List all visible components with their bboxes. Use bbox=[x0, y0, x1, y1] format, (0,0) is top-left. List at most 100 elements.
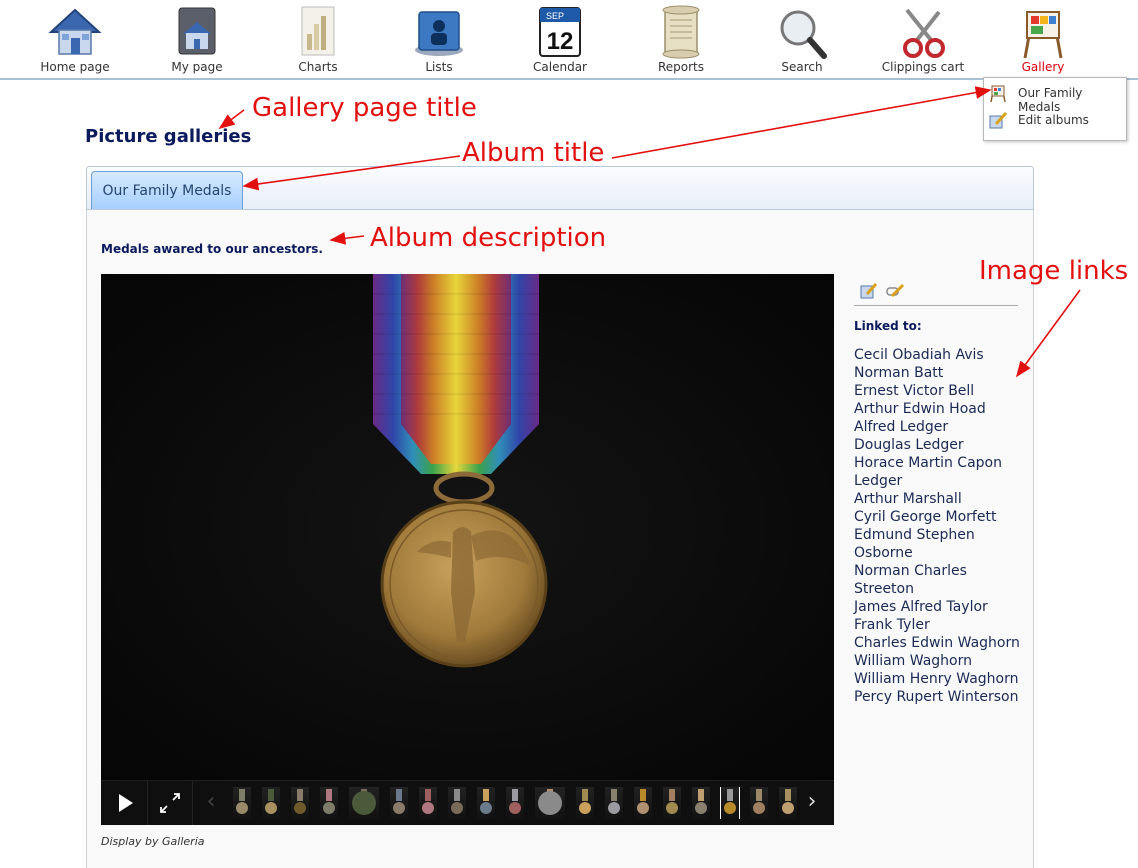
medal-thumbnail-icon bbox=[236, 789, 248, 814]
gallery-dropdown: Our Family Medals Edit albums bbox=[983, 77, 1127, 141]
medal-thumbnail-icon bbox=[393, 789, 405, 814]
menu-label: Home page bbox=[40, 60, 110, 74]
menu-search[interactable]: Search bbox=[742, 0, 862, 78]
thumbnail[interactable] bbox=[692, 787, 710, 819]
previous-arrow-icon[interactable]: ‹ bbox=[197, 781, 225, 825]
links-divider bbox=[854, 305, 1018, 306]
annotation-gallery-page-title: Gallery page title bbox=[252, 93, 477, 123]
thumbnail[interactable] bbox=[419, 787, 437, 819]
album-tab-bar: Our Family Medals bbox=[86, 166, 1034, 210]
thumbnail[interactable] bbox=[779, 787, 797, 819]
medal-thumbnail-icon bbox=[265, 789, 277, 814]
menu-label: Search bbox=[781, 60, 823, 74]
linked-person-link[interactable]: Arthur Edwin Hoad bbox=[854, 400, 1030, 418]
linked-person-link[interactable]: Ledger bbox=[854, 472, 1030, 490]
linked-person-link[interactable]: Cyril George Morfett bbox=[854, 508, 1030, 526]
album-tab[interactable]: Our Family Medals bbox=[91, 171, 243, 209]
thumbnail[interactable] bbox=[605, 787, 623, 819]
linked-person-link[interactable]: Arthur Marshall bbox=[854, 490, 1030, 508]
linked-person-link[interactable]: William Waghorn bbox=[854, 652, 1030, 670]
thumbnail[interactable] bbox=[262, 787, 280, 819]
linked-person-link[interactable]: Osborne bbox=[854, 544, 1030, 562]
menu-gallery[interactable]: Gallery bbox=[983, 0, 1103, 78]
medal-thumbnail-icon bbox=[352, 789, 376, 815]
linked-person-link[interactable]: Douglas Ledger bbox=[854, 436, 1030, 454]
medal-thumbnail-icon bbox=[637, 789, 649, 814]
fullscreen-button[interactable] bbox=[147, 781, 193, 825]
menu-my-page[interactable]: My page bbox=[137, 0, 257, 78]
calendar-day: 12 bbox=[547, 28, 574, 55]
annotation-album-description: Album description bbox=[370, 223, 607, 253]
album-tab-label: Our Family Medals bbox=[102, 183, 232, 199]
linked-person-link[interactable]: Ernest Victor Bell bbox=[854, 382, 1030, 400]
linked-person-link[interactable]: Cecil Obadiah Avis bbox=[854, 346, 1030, 364]
my-page-icon bbox=[178, 7, 216, 55]
menu-reports[interactable]: Reports bbox=[621, 0, 741, 78]
page-title: Picture galleries bbox=[85, 126, 252, 147]
menu-lists[interactable]: Lists bbox=[379, 0, 499, 78]
thumbnail[interactable] bbox=[720, 787, 740, 819]
play-button[interactable] bbox=[103, 781, 147, 825]
medal-thumbnail-icon bbox=[323, 789, 335, 814]
thumbnail-strip bbox=[229, 787, 797, 819]
linked-person-link[interactable]: James Alfred Taylor bbox=[854, 598, 1030, 616]
menu-charts[interactable]: Charts bbox=[258, 0, 378, 78]
thumbnail[interactable] bbox=[233, 787, 251, 819]
thumbnail[interactable] bbox=[320, 787, 338, 819]
link-pencil-icon bbox=[886, 283, 905, 298]
linked-person-link[interactable]: Edmund Stephen bbox=[854, 526, 1030, 544]
edit-icon bbox=[989, 111, 1008, 129]
medal-thumbnail-icon bbox=[724, 789, 736, 814]
linked-person-link[interactable]: Horace Martin Capon bbox=[854, 454, 1030, 472]
dropdown-item-our-family-medals[interactable]: Our Family Medals bbox=[984, 80, 1126, 114]
home-icon bbox=[48, 8, 102, 55]
thumbnail[interactable] bbox=[390, 787, 408, 819]
thumbnail[interactable] bbox=[291, 787, 309, 819]
linked-person-link[interactable]: Percy Rupert Winterson bbox=[854, 688, 1030, 706]
linked-people-list: Cecil Obadiah Avis Norman Batt Ernest Vict… bbox=[854, 346, 1030, 706]
main-image[interactable] bbox=[101, 274, 834, 780]
medal-thumbnail-icon bbox=[666, 789, 678, 814]
thumbnail[interactable] bbox=[634, 787, 652, 819]
linked-person-link[interactable]: Frank Tyler bbox=[854, 616, 1030, 634]
medal-thumbnail-icon bbox=[422, 789, 434, 814]
annotation-album-title: Album title bbox=[462, 138, 605, 168]
menu-label: My page bbox=[171, 60, 223, 74]
thumbnail[interactable] bbox=[448, 787, 466, 819]
medal-thumbnail-icon bbox=[538, 789, 562, 815]
thumbnail[interactable] bbox=[506, 787, 524, 819]
menu-label: Calendar bbox=[533, 60, 587, 74]
linked-person-link[interactable]: Alfred Ledger bbox=[854, 418, 1030, 436]
linked-person-link[interactable]: Norman Charles Streeton bbox=[854, 562, 1030, 598]
calendar-month: SEP bbox=[546, 11, 564, 21]
menu-clippings-cart[interactable]: Clippings cart bbox=[863, 0, 983, 78]
medal-image bbox=[373, 274, 548, 668]
edit-image-button[interactable] bbox=[860, 282, 878, 300]
linked-person-link[interactable]: Norman Batt bbox=[854, 364, 1030, 382]
thumbnail[interactable] bbox=[576, 787, 594, 819]
medal-thumbnail-icon bbox=[753, 789, 765, 814]
thumbnail[interactable] bbox=[477, 787, 495, 819]
image-viewer: ‹ › bbox=[101, 274, 834, 825]
charts-icon bbox=[301, 6, 335, 56]
play-icon bbox=[119, 794, 133, 812]
linked-person-link[interactable]: Charles Edwin Waghorn bbox=[854, 634, 1030, 652]
thumbnail[interactable] bbox=[349, 787, 379, 819]
fullscreen-icon bbox=[160, 793, 180, 813]
next-arrow-icon[interactable]: › bbox=[798, 781, 826, 825]
medal-thumbnail-icon bbox=[608, 789, 620, 814]
linked-person-link[interactable]: William Henry Waghorn bbox=[854, 670, 1030, 688]
menu-label: Lists bbox=[425, 60, 453, 74]
menu-calendar[interactable]: SEP 12 Calendar bbox=[500, 0, 620, 78]
thumbnail[interactable] bbox=[535, 787, 565, 819]
menu-home-page[interactable]: Home page bbox=[15, 0, 135, 78]
thumbnail[interactable] bbox=[663, 787, 681, 819]
viewer-controls: ‹ › bbox=[101, 780, 834, 825]
medal-thumbnail-icon bbox=[579, 789, 591, 814]
magnifier-icon bbox=[780, 10, 827, 59]
menu-label: Charts bbox=[298, 60, 338, 74]
thumbnail[interactable] bbox=[750, 787, 768, 819]
top-menu: Home page My page Charts Lists SEP 12 Ca… bbox=[0, 0, 1138, 80]
dropdown-item-edit-albums[interactable]: Edit albums bbox=[984, 107, 1126, 133]
link-image-button[interactable] bbox=[886, 282, 905, 300]
